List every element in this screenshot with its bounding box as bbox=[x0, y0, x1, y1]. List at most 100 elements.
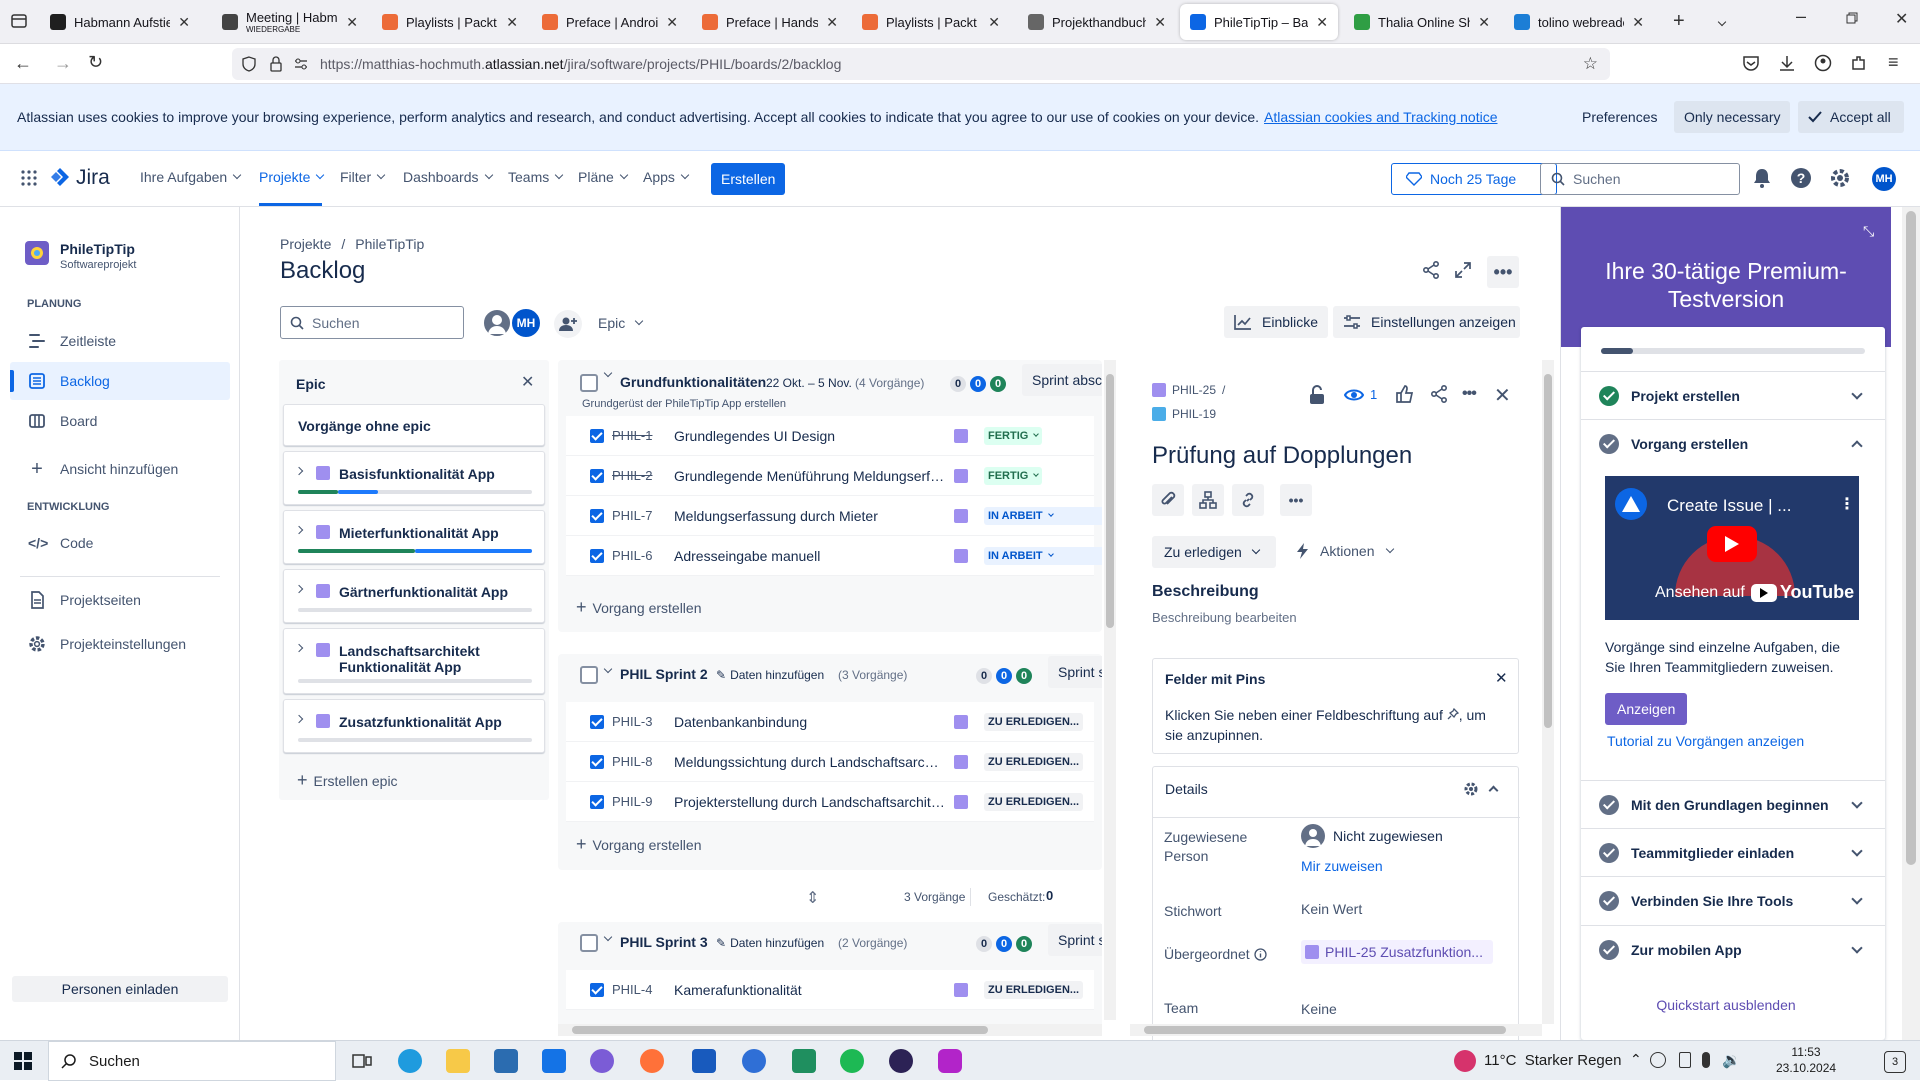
quickstart-item[interactable]: Teammitglieder einladen bbox=[1581, 828, 1885, 876]
account-icon[interactable] bbox=[1814, 54, 1832, 72]
issue-status-badge[interactable]: IN ARBEIT bbox=[984, 506, 1102, 525]
edge-icon[interactable] bbox=[398, 1049, 422, 1073]
issue-status-badge[interactable]: FERTIG bbox=[984, 426, 1043, 445]
video-more-icon[interactable]: ⋮ bbox=[1839, 494, 1855, 514]
close-pins-icon[interactable]: ✕ bbox=[1495, 669, 1508, 687]
sidebar-item-code[interactable]: </> Code bbox=[10, 524, 230, 562]
sidebar-item-settings[interactable]: Projekteinstellungen bbox=[10, 625, 230, 663]
browser-tab[interactable]: Meeting | HabmannWIEDERGABE ✕ bbox=[212, 4, 368, 40]
issue-key[interactable]: PHIL-8 bbox=[612, 754, 652, 769]
issue-key[interactable]: PHIL-6 bbox=[612, 548, 652, 563]
hide-quickstart-link[interactable]: Quickstart ausblenden bbox=[1561, 997, 1891, 1013]
browser-tab[interactable]: Habmann Aufstieg ✕ bbox=[40, 4, 200, 40]
tutorial-video[interactable]: Create Issue | ... ⋮ Ansehen auf YouTube bbox=[1605, 476, 1859, 620]
sidebar-item-backlog[interactable]: Backlog bbox=[10, 362, 230, 400]
close-tab-icon[interactable]: ✕ bbox=[1632, 14, 1644, 31]
epic-card[interactable]: Mieterfunktionalität App bbox=[283, 510, 545, 564]
issue-key[interactable]: PHIL-2 bbox=[612, 468, 652, 483]
epic-card-no-epic[interactable]: Vorgänge ohne epic bbox=[283, 404, 545, 446]
restore-window-icon[interactable] bbox=[1846, 12, 1858, 24]
issue-key[interactable]: PHIL-4 bbox=[612, 982, 652, 997]
issue-key[interactable]: PHIL-7 bbox=[612, 508, 652, 523]
share-icon[interactable] bbox=[1422, 261, 1440, 279]
detail-more-icon[interactable]: ••• bbox=[1462, 385, 1477, 403]
app-switcher-icon[interactable] bbox=[21, 170, 37, 186]
page-scrollbar[interactable] bbox=[1902, 207, 1920, 1040]
back-icon[interactable]: ← bbox=[14, 53, 32, 74]
sprint-checkbox[interactable] bbox=[580, 374, 598, 392]
menu-plaene[interactable]: Pläne bbox=[578, 169, 629, 185]
close-tab-icon[interactable]: ✕ bbox=[346, 14, 358, 31]
browser-tab[interactable]: Playlists | Packt Sub ✕ bbox=[372, 4, 528, 40]
notifications-icon[interactable] bbox=[1753, 168, 1771, 188]
expand-epic-icon[interactable] bbox=[294, 466, 304, 476]
taskbar-search[interactable]: Suchen bbox=[48, 1041, 336, 1081]
minimize-quickstart-icon[interactable]: ⤡ bbox=[1863, 223, 1874, 240]
close-tab-icon[interactable]: ✕ bbox=[178, 14, 190, 31]
task-view-icon[interactable] bbox=[350, 1049, 374, 1073]
new-tab-icon[interactable]: + bbox=[1673, 10, 1685, 33]
tab-list-icon[interactable] bbox=[10, 12, 28, 30]
project-name[interactable]: PhileTipTip bbox=[60, 241, 135, 257]
chevron-down-icon[interactable] bbox=[1851, 942, 1863, 954]
issue-status-badge[interactable]: FERTIG bbox=[984, 466, 1043, 485]
store-icon[interactable] bbox=[494, 1049, 518, 1073]
more-detail-actions-icon[interactable]: ••• bbox=[1280, 484, 1312, 516]
issue-row[interactable]: PHIL-6 Adresseingabe manuell IN ARBEIT bbox=[566, 536, 1102, 576]
close-tab-icon[interactable]: ✕ bbox=[1154, 14, 1166, 31]
create-button[interactable]: Erstellen bbox=[711, 163, 786, 195]
browser-tab[interactable]: Projekthandbuch Ai ✕ bbox=[1018, 4, 1176, 40]
breadcrumb-projects[interactable]: Projekte bbox=[280, 236, 331, 252]
collapse-details-icon[interactable] bbox=[1488, 785, 1499, 796]
team-field-value[interactable]: Keine bbox=[1301, 1001, 1337, 1017]
watch-button[interactable]: 1 bbox=[1344, 387, 1377, 402]
windows-start-icon[interactable] bbox=[14, 1052, 32, 1070]
close-tab-icon[interactable]: ✕ bbox=[1316, 14, 1328, 31]
chevron-down-icon[interactable] bbox=[1851, 845, 1863, 857]
assignee-value[interactable]: Nicht zugewiesen bbox=[1301, 824, 1443, 848]
chevron-up-icon[interactable] bbox=[1851, 440, 1863, 452]
invite-people-button[interactable]: Personen einladen bbox=[12, 976, 228, 1002]
issue-key[interactable]: PHIL-3 bbox=[612, 714, 652, 729]
tab-overflow-icon[interactable] bbox=[1716, 12, 1727, 28]
user-avatar[interactable]: MH bbox=[1872, 167, 1896, 191]
watch-on-youtube[interactable]: Ansehen auf YouTube bbox=[1655, 582, 1854, 603]
epic-card[interactable]: Basisfunktionalität App bbox=[283, 451, 545, 505]
pocket-icon[interactable] bbox=[1742, 54, 1760, 72]
close-epic-panel-icon[interactable]: ✕ bbox=[521, 372, 534, 392]
downloads-icon[interactable] bbox=[1778, 54, 1796, 72]
browser-tab[interactable]: Thalia Online Shop | ✕ bbox=[1344, 4, 1500, 40]
backlog-hscrollbar-thumb[interactable] bbox=[572, 1026, 988, 1034]
issue-row[interactable]: PHIL-8 Meldungssichtung durch Landschaft… bbox=[566, 742, 1094, 782]
child-issue-button[interactable] bbox=[1192, 484, 1224, 516]
chevron-down-icon[interactable] bbox=[1851, 797, 1863, 809]
breadcrumb-project[interactable]: PhileTipTip bbox=[355, 236, 424, 252]
chevron-down-icon[interactable] bbox=[1851, 388, 1863, 400]
epic-filter-dropdown[interactable]: Epic bbox=[598, 315, 644, 331]
issue-status-badge[interactable]: ZU ERLEDIGEN... bbox=[984, 712, 1084, 731]
pinned-app-icon[interactable] bbox=[742, 1049, 766, 1073]
add-people-icon[interactable] bbox=[554, 310, 582, 338]
collapse-sprint-icon[interactable] bbox=[603, 932, 613, 942]
epic-card[interactable]: Gärtnerfunktionalität App bbox=[283, 569, 545, 623]
menu-teams[interactable]: Teams bbox=[508, 169, 564, 185]
sprint-action-button[interactable]: Sprint starten bbox=[1048, 924, 1102, 956]
copilot-icon[interactable] bbox=[590, 1049, 614, 1073]
file-explorer-icon[interactable] bbox=[446, 1049, 470, 1073]
close-tab-icon[interactable]: ✕ bbox=[988, 14, 1000, 31]
sprint-checkbox[interactable] bbox=[580, 934, 598, 952]
show-button[interactable]: Anzeigen bbox=[1605, 693, 1688, 725]
browser-tab[interactable]: Playlists | Packt Sub ✕ bbox=[852, 4, 1010, 40]
attach-button[interactable] bbox=[1152, 484, 1184, 516]
close-tab-icon[interactable]: ✕ bbox=[666, 14, 678, 31]
quickstart-item[interactable]: Verbinden Sie Ihre Tools bbox=[1581, 876, 1885, 924]
issue-key[interactable]: PHIL-1 bbox=[612, 428, 652, 443]
cookie-link[interactable]: Atlassian cookies and Tracking notice bbox=[1264, 109, 1497, 125]
reload-icon[interactable]: ↻ bbox=[88, 52, 103, 73]
eclipse-icon[interactable] bbox=[889, 1049, 913, 1073]
expand-epic-icon[interactable] bbox=[294, 584, 304, 594]
help-icon[interactable]: ? bbox=[1790, 167, 1812, 189]
shield-icon[interactable] bbox=[242, 56, 256, 72]
clock[interactable]: 11:53 23.10.2024 bbox=[1776, 1044, 1836, 1076]
bookmark-star-icon[interactable]: ☆ bbox=[1583, 54, 1598, 74]
